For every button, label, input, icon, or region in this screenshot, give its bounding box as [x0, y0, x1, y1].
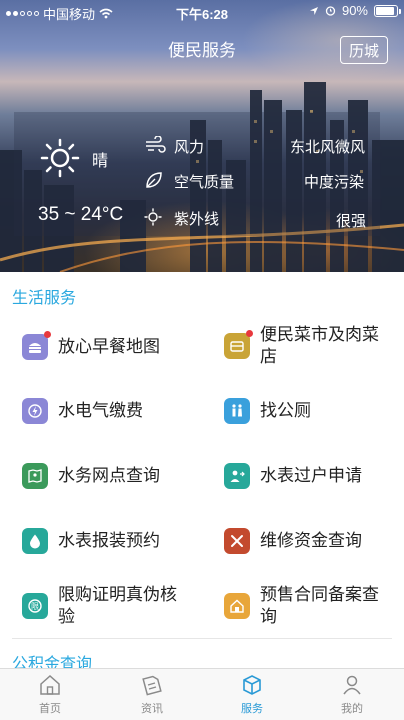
- service-label: 放心早餐地图: [58, 337, 160, 356]
- tab-profile[interactable]: 我的: [312, 673, 392, 716]
- tools-icon: [224, 528, 250, 554]
- section-title-life-services: 生活服务: [12, 290, 77, 307]
- home-icon: [40, 674, 60, 695]
- restroom-icon: [224, 398, 250, 424]
- tab-news[interactable]: 资讯: [112, 673, 192, 716]
- market-icon: [224, 330, 253, 359]
- service-item[interactable]: 水务网点查询: [22, 463, 202, 489]
- utility-icon: [22, 398, 48, 424]
- uv-sun-icon: [144, 208, 162, 226]
- section-divider: [12, 638, 392, 639]
- service-label: 维修资金查询: [260, 531, 362, 550]
- service-label: 预售合同备案查询: [260, 585, 379, 626]
- tab-label: 我的: [341, 703, 363, 715]
- status-bar: 中国移动 下午6:28 90%: [0, 0, 404, 22]
- person-transfer-icon: [224, 463, 250, 489]
- water-drop-icon: [22, 528, 48, 554]
- news-icon: [142, 675, 162, 696]
- service-item[interactable]: 限 限购证明真伪核验: [22, 584, 202, 628]
- service-item[interactable]: 水表报装预约: [22, 528, 202, 554]
- service-item[interactable]: 放心早餐地图: [22, 331, 202, 360]
- breakfast-icon: [22, 331, 51, 360]
- svg-text:限: 限: [31, 602, 39, 611]
- leaf-icon: [146, 172, 162, 188]
- wind-label: 风力: [174, 139, 205, 156]
- service-label: 水电气缴费: [58, 401, 143, 420]
- alarm-icon: [325, 6, 336, 16]
- map-book-icon: [22, 463, 48, 489]
- service-box-icon: [243, 675, 261, 695]
- tab-label: 资讯: [141, 703, 163, 715]
- wind-icon: [146, 136, 166, 153]
- uv-value: 很强: [336, 213, 367, 230]
- service-label: 水务网点查询: [58, 466, 160, 485]
- service-label: 找公厕: [260, 401, 311, 420]
- tab-bar: 首页 资讯 服务 我的: [0, 668, 404, 720]
- service-item[interactable]: 水电气缴费: [22, 398, 202, 424]
- service-item[interactable]: 便民菜市及肉菜店: [224, 324, 394, 368]
- uv-label: 紫外线: [174, 211, 220, 228]
- profile-icon: [343, 675, 361, 695]
- temperature-range: 35 ~ 24°C: [38, 204, 124, 225]
- tab-label: 首页: [39, 703, 61, 715]
- sun-icon: [40, 138, 80, 178]
- service-item[interactable]: 找公厕: [224, 398, 394, 424]
- tab-services[interactable]: 服务: [212, 673, 292, 716]
- service-item[interactable]: 预售合同备案查询: [224, 584, 394, 628]
- service-item[interactable]: 水表过户申请: [224, 463, 394, 489]
- tab-home[interactable]: 首页: [10, 673, 90, 716]
- service-label: 便民菜市及肉菜店: [260, 325, 379, 366]
- notification-dot: [44, 331, 51, 338]
- service-label: 限购证明真伪核验: [58, 585, 177, 626]
- battery-icon: [374, 4, 401, 17]
- location-arrow-icon: [309, 6, 318, 15]
- weather-condition: 晴: [92, 153, 109, 170]
- service-label: 水表报装预约: [58, 531, 160, 550]
- service-item[interactable]: 维修资金查询: [224, 528, 394, 554]
- battery-percent: 90%: [341, 3, 368, 18]
- city-select-button[interactable]: 历城: [340, 36, 388, 64]
- air-quality-value: 中度污染: [304, 174, 365, 191]
- air-quality-label: 空气质量: [174, 174, 235, 191]
- wind-value: 东北风微风: [290, 139, 366, 156]
- tab-label: 服务: [241, 703, 263, 715]
- house-icon: [224, 593, 250, 619]
- limit-icon: 限: [22, 593, 48, 619]
- service-label: 水表过户申请: [260, 466, 362, 485]
- notification-dot: [246, 330, 253, 337]
